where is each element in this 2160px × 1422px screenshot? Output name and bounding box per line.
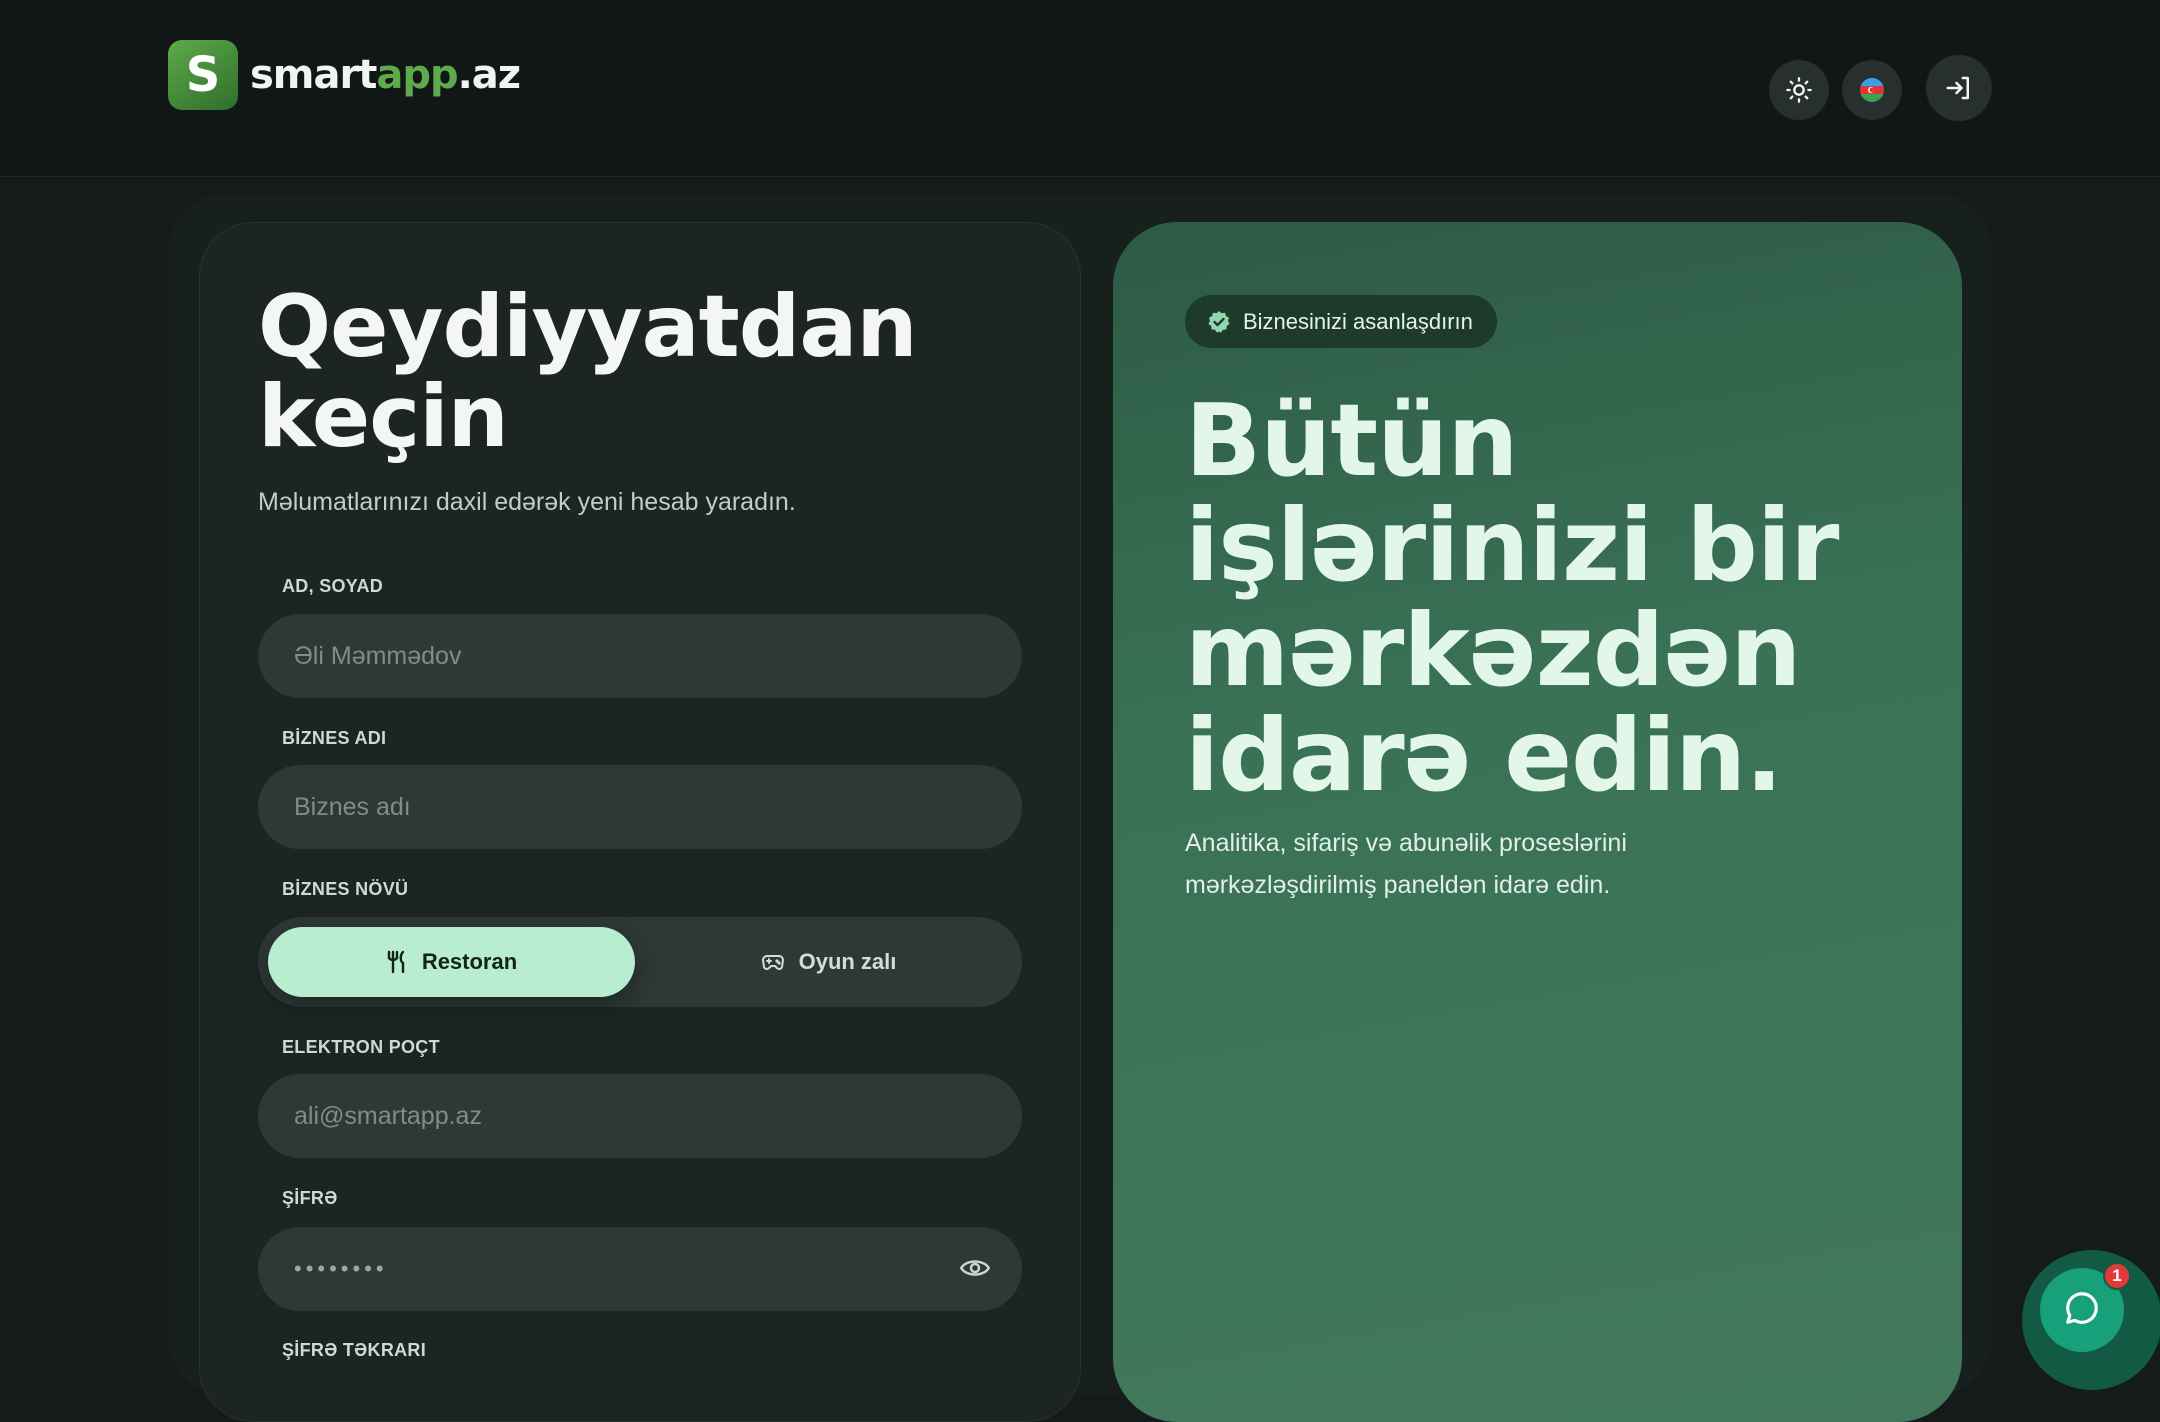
logo-text-az: .az	[457, 52, 521, 98]
chat-notification-badge: 1	[2103, 1262, 2131, 1290]
password-label: ŞİFRƏ	[282, 1188, 338, 1208]
fork-knife-icon	[386, 950, 408, 974]
email-input[interactable]: ali@smartapp.az	[258, 1074, 1022, 1158]
email-placeholder: ali@smartapp.az	[294, 1101, 482, 1130]
email-label: ELEKTRON POÇT	[282, 1037, 440, 1057]
business-name-input[interactable]: Biznes adı	[258, 765, 1022, 849]
full-name-input[interactable]: Əli Məmmədov	[258, 614, 1022, 698]
password-value: ••••••••	[294, 1256, 388, 1281]
hero-description: Analitika, sifariş və abunəlik proseslər…	[1185, 829, 1627, 899]
page-title: Qeydiyyatdan keçin	[258, 277, 918, 467]
business-name-label: BİZNES ADI	[282, 728, 387, 748]
page-subtitle: Məlumatlarınızı daxil edərək yeni hesab …	[258, 488, 796, 516]
password-confirm-label: ŞİFRƏ TƏKRARI	[282, 1340, 427, 1360]
logo[interactable]: S smartapp.az	[168, 40, 521, 110]
business-type-gaming[interactable]: Oyun zalı	[645, 927, 1012, 997]
hero-badge: Biznesinizi asanlaşdırın	[1185, 295, 1497, 348]
logo-mark: S	[168, 40, 238, 110]
eye-icon[interactable]	[959, 1255, 991, 1288]
verified-check-icon	[1207, 310, 1231, 334]
chat-bubble-icon	[2063, 1289, 2101, 1331]
theme-toggle-button[interactable]	[1769, 60, 1829, 120]
logo-text-app: app	[376, 52, 458, 98]
sun-icon	[1785, 76, 1813, 104]
business-type-label: BİZNES NÖVÜ	[282, 879, 409, 899]
password-input[interactable]: ••••••••	[258, 1227, 1022, 1311]
gamepad-icon	[761, 952, 785, 972]
logo-text: smartapp.az	[250, 52, 521, 98]
logo-text-smart: smart	[250, 52, 377, 98]
full-name-label: AD, SOYAD	[282, 576, 384, 596]
business-type-selector: Restoran Oyun zalı	[258, 917, 1022, 1007]
hero-title: Bütün işlərinizi bir mərkəzdən idarə edi…	[1185, 382, 1839, 814]
hero-badge-label: Biznesinizi asanlaşdırın	[1243, 308, 1473, 334]
business-type-restaurant[interactable]: Restoran	[268, 927, 635, 997]
restaurant-label: Restoran	[421, 949, 518, 974]
login-button[interactable]	[1926, 55, 1992, 121]
full-name-placeholder: Əli Məmmədov	[294, 641, 462, 670]
language-button[interactable]	[1842, 60, 1902, 120]
business-name-placeholder: Biznes adı	[294, 792, 411, 821]
azerbaijan-flag-icon	[1860, 78, 1884, 102]
gaming-label: Oyun zalı	[798, 949, 897, 974]
login-icon	[1944, 73, 1974, 103]
